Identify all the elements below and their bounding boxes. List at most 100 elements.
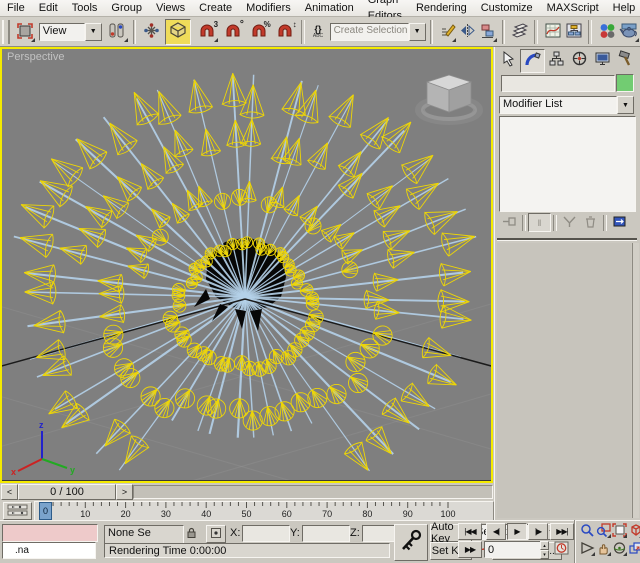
time-configuration-button[interactable] [552,541,571,557]
mirror-button[interactable] [457,20,477,43]
absolute-mode-toggle-button[interactable] [206,525,226,543]
make-unique-button[interactable] [559,214,580,231]
time-slider-handle[interactable]: 0 / 100 [18,484,116,500]
rollout-scrollbar[interactable] [632,243,639,518]
percent-snap-button[interactable]: % [247,20,271,43]
track-bar-ruler[interactable]: 0102030405060708090100 [34,501,494,521]
x-coordinate-field[interactable] [242,525,290,542]
go-to-start-button[interactable]: |◀◀ [458,523,482,540]
svg-text:10: 10 [80,509,90,518]
toolbar-separator [502,20,506,44]
zoom-extents-all-button[interactable] [626,523,640,539]
spinner-down-icon[interactable]: ▾ [540,550,549,559]
selection-status-field: None Se [104,525,184,544]
toolbar-drag-handle[interactable] [2,20,10,44]
track-bar: 0102030405060708090100 0 [0,500,494,520]
menu-animation[interactable]: Animation [298,0,361,16]
maxscript-listener-macro-line[interactable] [2,524,98,542]
previous-frame-button[interactable]: ◀| [486,523,506,540]
menu-file[interactable]: File [0,0,32,16]
percent-snap-label: % [264,20,271,29]
reference-coordinate-combo[interactable]: View ▼ [39,23,102,41]
toolbar-separator [534,20,538,44]
show-end-result-button[interactable]: ‖ [528,213,551,232]
menu-edit[interactable]: Edit [32,0,65,16]
tab-utilities[interactable] [614,49,637,71]
next-frame-button[interactable]: |▶ [528,523,548,540]
menu-views[interactable]: Views [149,0,192,16]
play-button[interactable]: ▶ [507,523,527,540]
command-panel: Modifier List ▼ ‖ [494,47,640,520]
current-frame-field[interactable] [484,541,541,558]
current-frame-marker[interactable]: 0 [39,502,52,520]
frame-spinner[interactable]: ▴ ▾ [540,541,549,557]
snaps-toggle-button[interactable] [165,19,191,45]
modifier-list-combo[interactable]: Modifier List ▼ [499,96,634,114]
menu-tools[interactable]: Tools [65,0,105,16]
z-coordinate-label: Z: [350,527,360,539]
toolbar-separator [588,20,592,44]
menu-maxscript[interactable]: MAXScript [540,0,606,16]
angle-snap-button[interactable]: ° [221,20,245,43]
tab-modify[interactable] [520,49,545,73]
time-slider-track[interactable] [133,485,493,499]
edit-named-selection-sets-button[interactable] [437,20,457,43]
use-pivot-point-center-button[interactable] [105,20,129,43]
z-coordinate-field[interactable] [362,525,396,542]
snap-3d-label: 3 [214,20,218,29]
zoom-icon [580,523,595,540]
align-button[interactable] [478,20,498,43]
schematic-view-button[interactable] [563,20,584,43]
create-tab-icon [500,50,517,70]
remove-modifier-button[interactable] [580,214,601,231]
spinner-up-icon[interactable]: ▴ [540,541,549,550]
menu-rendering[interactable]: Rendering [409,0,474,16]
menu-group[interactable]: Group [104,0,149,16]
time-slider-prev-button[interactable]: < [1,484,18,500]
viewport-label[interactable]: Perspective [7,51,64,63]
time-configuration-icon [554,541,569,558]
modifier-stack-list[interactable] [499,116,636,212]
create-selection-set-combo[interactable]: Create Selection Set ▼ [330,23,426,41]
x-coordinate-label: X: [230,527,240,539]
material-editor-button[interactable] [596,20,617,43]
zoom-all-icon [596,523,611,540]
object-color-swatch[interactable] [616,74,634,92]
configure-modifier-sets-button[interactable] [609,214,630,231]
hierarchy-tab-icon [548,50,565,70]
min-max-toggle-button[interactable] [626,541,640,557]
3dsmax-window: File Edit Tools Group Views Create Modif… [0,0,640,563]
menu-create[interactable]: Create [192,0,239,16]
named-selection-sets-button[interactable]: {} ABC [309,20,328,43]
select-and-manipulate-button[interactable] [140,20,162,43]
menu-help[interactable]: Help [606,0,640,16]
mini-curve-editor-button[interactable] [3,502,32,520]
chevron-down-icon[interactable]: ▼ [409,23,426,41]
selection-region-button[interactable] [14,20,36,43]
tab-create[interactable] [497,49,520,71]
tab-display[interactable] [591,49,614,71]
spinner-snap-button[interactable]: ↕ [273,20,297,43]
tab-motion[interactable] [568,49,591,71]
y-coordinate-field[interactable] [302,525,350,542]
go-to-end-button[interactable]: ▶▶| [550,523,574,540]
select-and-manipulate-icon [143,22,160,42]
chevron-down-icon[interactable]: ▼ [85,23,102,41]
render-setup-button[interactable] [617,20,640,43]
pin-stack-button[interactable] [499,214,520,231]
time-slider-next-button[interactable]: > [116,484,133,500]
tab-hierarchy[interactable] [545,49,568,71]
maxscript-listener-line[interactable]: .na [2,542,96,559]
layer-manager-button[interactable] [509,20,530,43]
menu-customize[interactable]: Customize [474,0,540,16]
set-keys-button[interactable] [394,524,428,561]
chevron-down-icon[interactable]: ▼ [617,96,634,114]
ruler-ticks: 0102030405060708090100 [35,502,491,518]
snap-3d-button[interactable]: 3 [195,20,219,43]
selection-lock-button[interactable] [182,525,201,542]
key-mode-toggle-button[interactable]: ▶▶ [458,541,482,558]
curve-editor-button[interactable] [542,20,563,43]
menu-modifiers[interactable]: Modifiers [239,0,298,16]
object-name-field[interactable] [501,75,615,92]
perspective-viewport[interactable]: zxy Perspective [0,47,493,483]
